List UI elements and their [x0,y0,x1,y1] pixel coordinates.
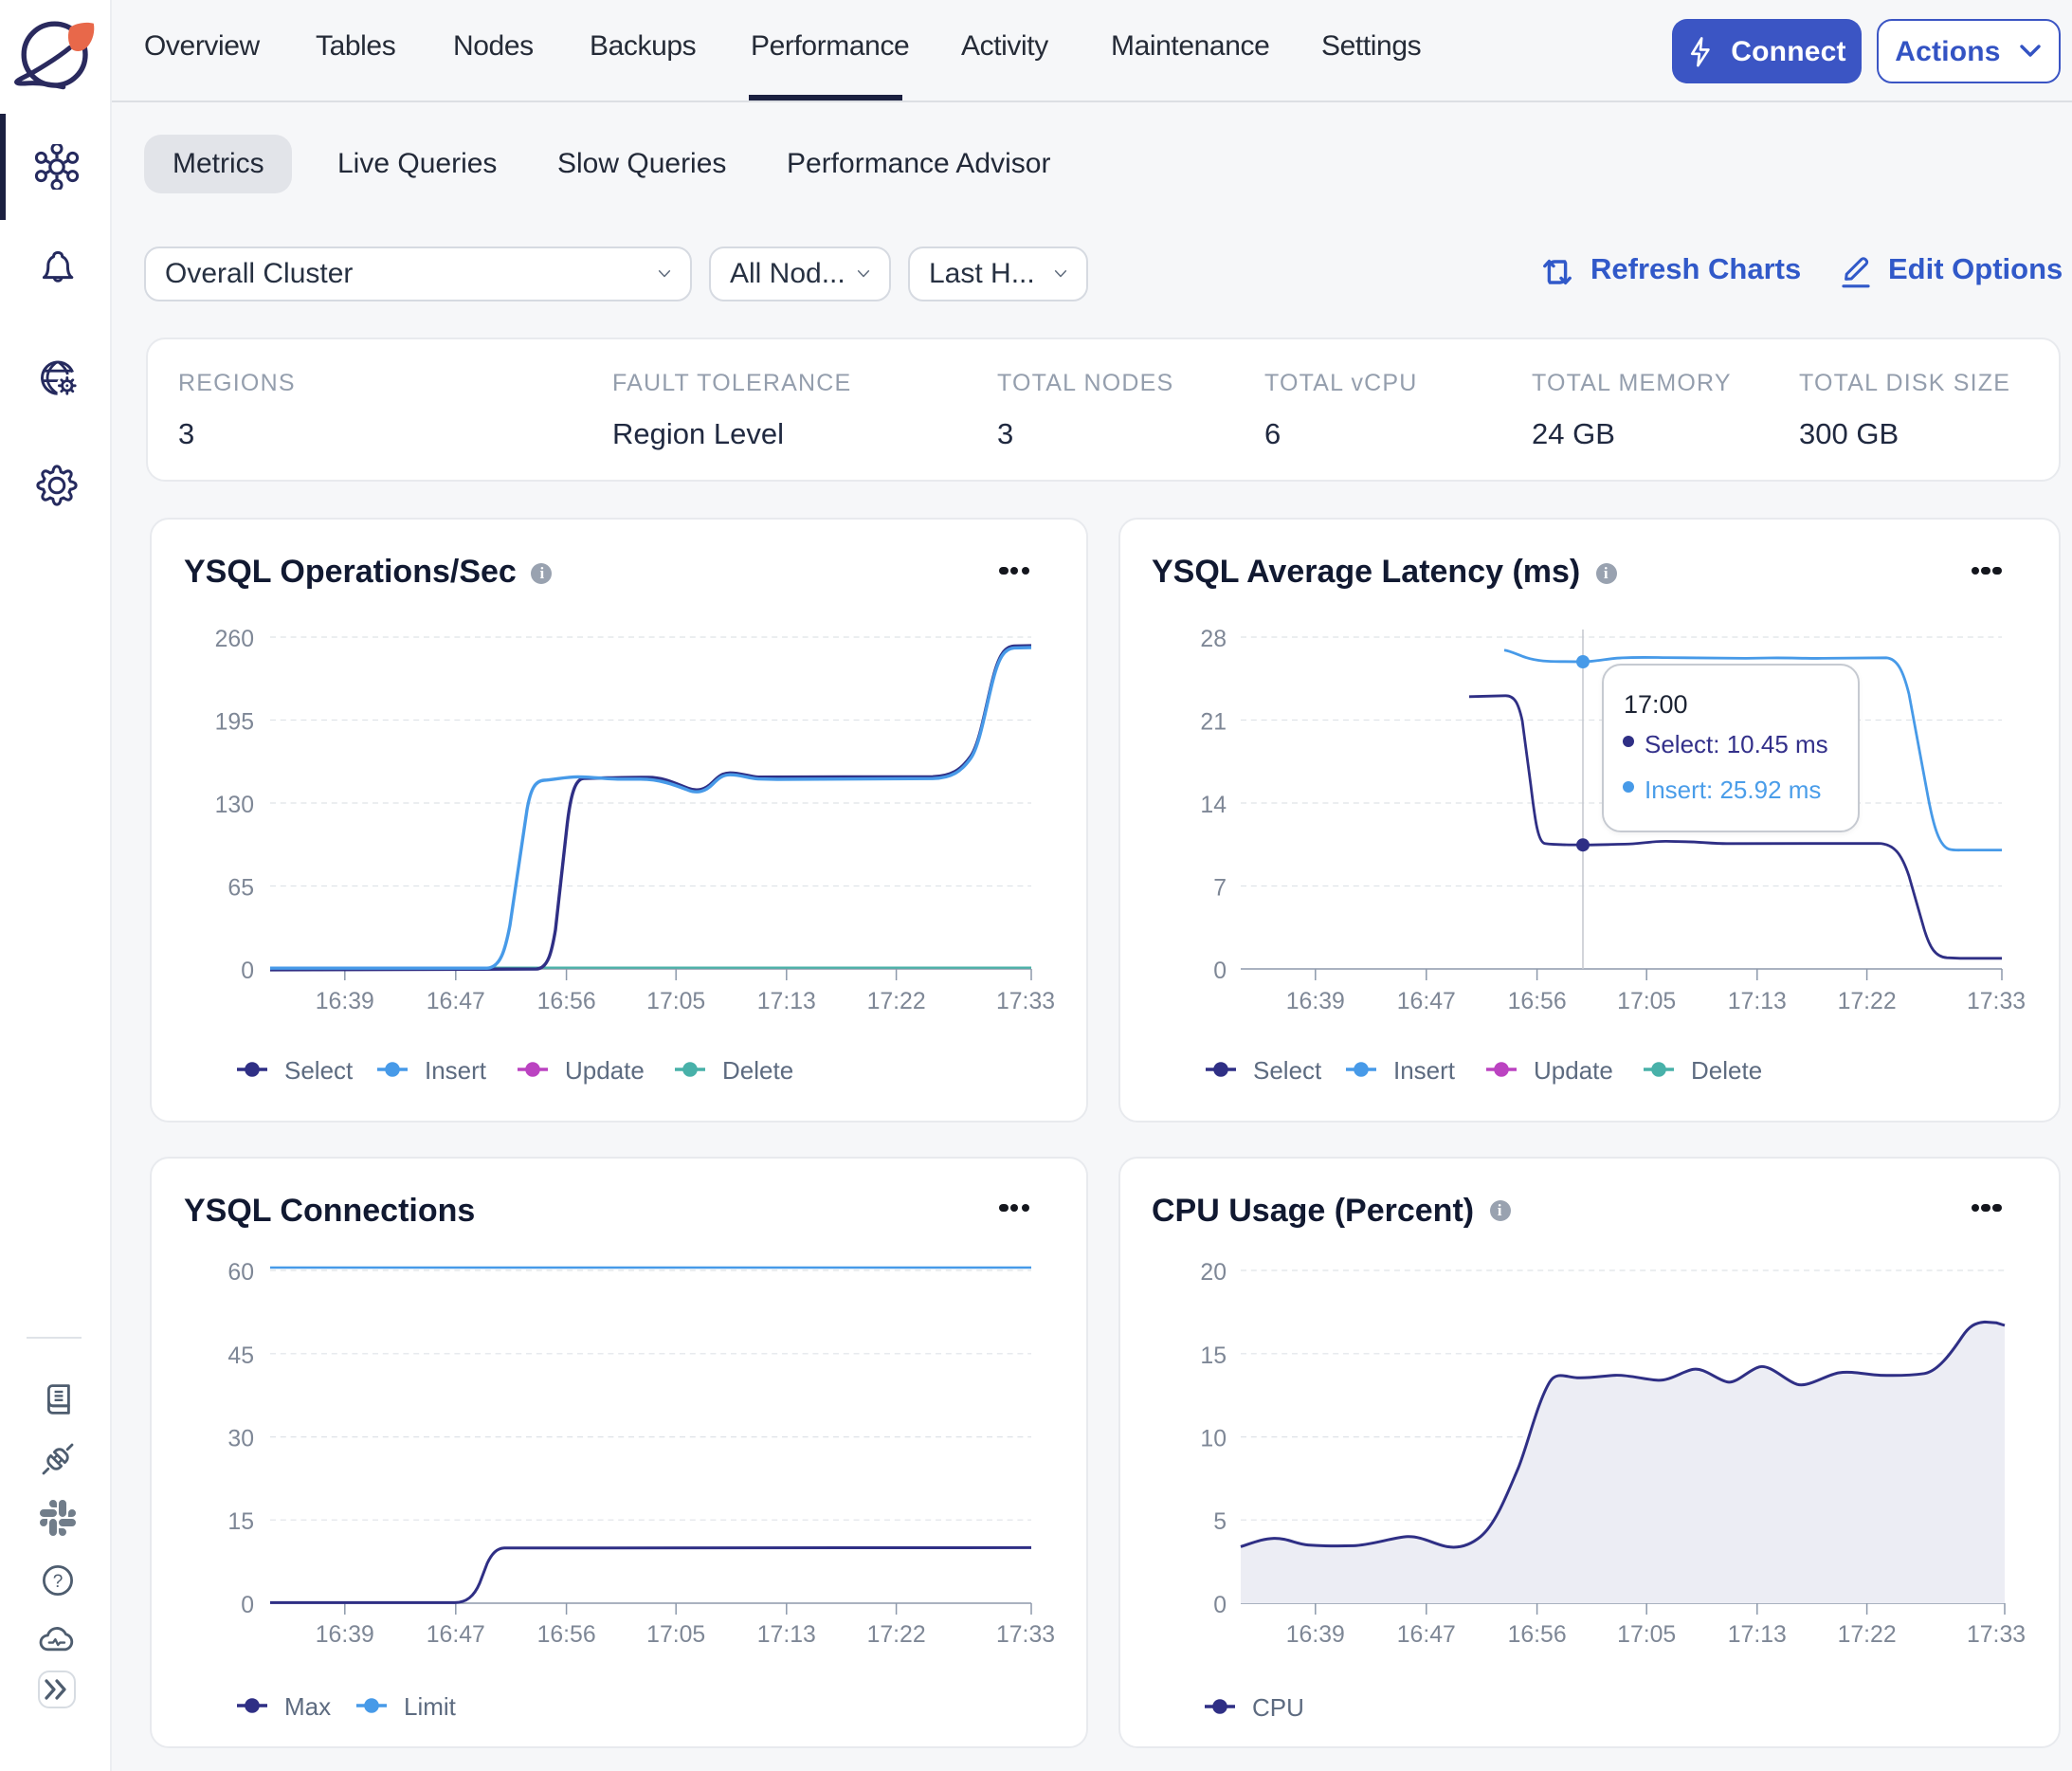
svg-text:20: 20 [1199,1259,1226,1285]
svg-text:17:13: 17:13 [757,989,816,1014]
svg-text:16:39: 16:39 [316,1621,374,1647]
svg-text:?: ? [53,1572,64,1592]
svg-text:Limit: Limit [404,1691,457,1720]
svg-text:16:56: 16:56 [537,1621,596,1647]
svg-text:17:22: 17:22 [1837,989,1896,1014]
svg-text:5: 5 [1212,1508,1226,1534]
svg-text:16:39: 16:39 [316,989,374,1014]
svg-text:7: 7 [1212,876,1226,902]
svg-text:Delete: Delete [1690,1056,1761,1085]
svg-text:Insert: Insert [1392,1056,1455,1085]
svg-text:Select: Select [1252,1056,1321,1085]
svg-text:17:05: 17:05 [646,989,705,1014]
svg-text:Max: Max [284,1691,331,1720]
svg-text:16:56: 16:56 [1507,989,1566,1014]
svg-text:14: 14 [1199,793,1226,818]
svg-text:16:39: 16:39 [1285,989,1344,1014]
svg-text:Update: Update [565,1056,645,1085]
svg-text:16:56: 16:56 [1507,1621,1566,1647]
svg-text:16:47: 16:47 [427,1621,485,1647]
svg-text:CPU: CPU [1251,1692,1303,1721]
svg-text:16:47: 16:47 [1396,1621,1455,1647]
svg-text:0: 0 [1212,1592,1226,1617]
svg-text:Update: Update [1533,1056,1612,1085]
svg-text:17:05: 17:05 [1616,1621,1675,1647]
svg-text:Insert: Insert [425,1056,487,1085]
svg-text:16:47: 16:47 [1396,989,1455,1014]
svg-text:Select: Select [284,1056,354,1085]
svg-text:28: 28 [1199,627,1226,652]
svg-text:17:13: 17:13 [1727,1621,1786,1647]
svg-text:0: 0 [241,1592,254,1617]
svg-text:17:33: 17:33 [1966,1621,2025,1647]
svg-text:17:33: 17:33 [996,1621,1055,1647]
svg-text:15: 15 [227,1508,254,1534]
svg-text:17:33: 17:33 [1966,989,2025,1014]
svg-text:Delete: Delete [722,1056,793,1085]
svg-text:16:47: 16:47 [427,989,485,1014]
svg-text:17:05: 17:05 [646,1621,705,1647]
svg-text:195: 195 [215,710,254,736]
svg-text:45: 45 [227,1342,254,1368]
svg-text:17:13: 17:13 [757,1621,816,1647]
svg-text:16:39: 16:39 [1285,1621,1344,1647]
svg-text:130: 130 [215,793,254,818]
svg-text:17:22: 17:22 [867,1621,926,1647]
svg-text:60: 60 [227,1259,254,1285]
svg-text:10: 10 [1199,1426,1226,1451]
svg-text:17:33: 17:33 [996,989,1055,1014]
svg-text:17:05: 17:05 [1616,989,1675,1014]
svg-text:17:13: 17:13 [1727,989,1786,1014]
svg-text:0: 0 [241,959,254,984]
svg-text:21: 21 [1199,710,1226,736]
svg-text:65: 65 [227,876,254,902]
svg-text:16:56: 16:56 [537,989,596,1014]
svg-text:30: 30 [227,1426,254,1451]
svg-text:15: 15 [1199,1342,1226,1368]
svg-text:260: 260 [215,627,254,652]
svg-text:17:22: 17:22 [867,989,926,1014]
svg-text:17:22: 17:22 [1837,1621,1896,1647]
svg-text:0: 0 [1212,959,1226,984]
